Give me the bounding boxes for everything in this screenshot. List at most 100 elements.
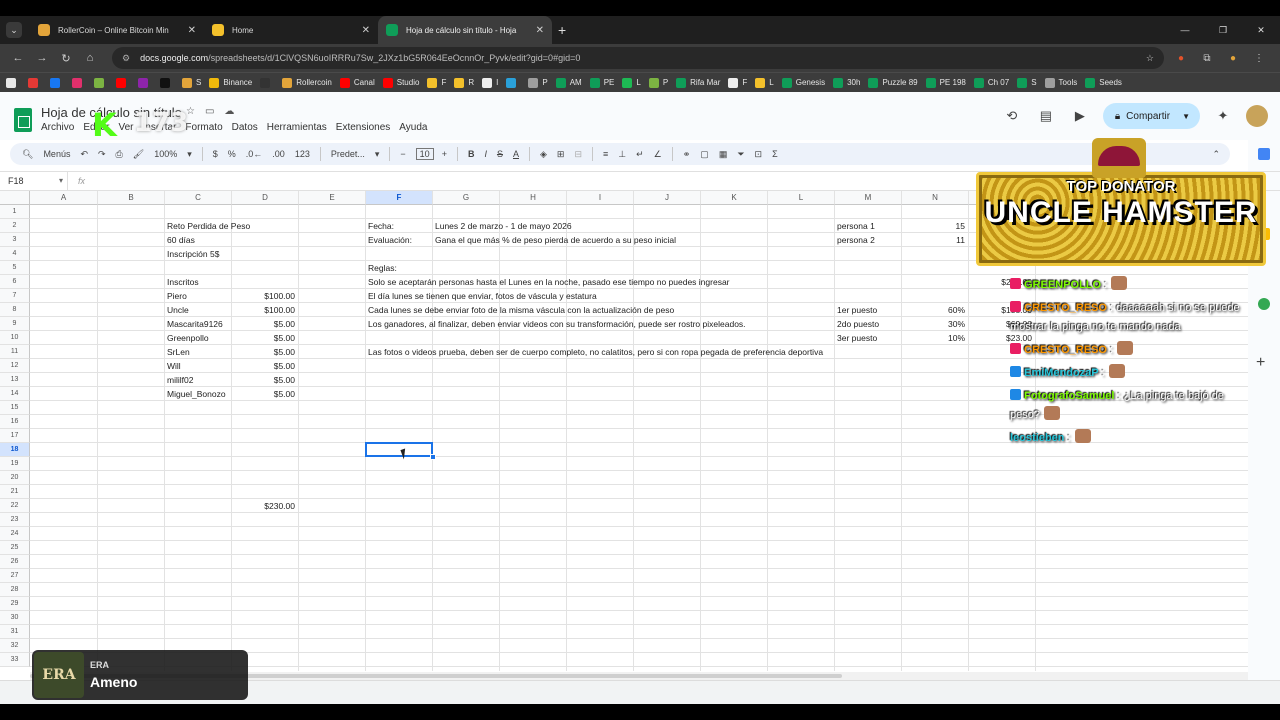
bookmark-item[interactable]: PE <box>589 77 614 88</box>
cell-c4[interactable]: Inscripción 5$ <box>165 247 219 261</box>
bookmark-item[interactable]: Studio <box>382 77 419 88</box>
insert-chart-icon[interactable]: ▦ <box>719 149 728 160</box>
vertical-align-icon[interactable]: ⊥ <box>618 149 626 160</box>
cloud-status-icon[interactable]: ☁ <box>224 106 234 117</box>
horizontal-align-icon[interactable]: ≡ <box>603 149 608 159</box>
column-header[interactable]: L <box>768 191 835 205</box>
row-header[interactable]: 33 <box>0 653 30 667</box>
italic-icon[interactable]: I <box>484 149 487 159</box>
cell-c7[interactable]: Piero <box>165 289 187 303</box>
cell-d7[interactable]: $100.00 <box>232 289 299 303</box>
cell-c14[interactable]: Miguel_Bonozo <box>165 387 226 401</box>
row-header[interactable]: 25 <box>0 541 30 555</box>
row-header[interactable]: 27 <box>0 569 30 583</box>
column-header[interactable]: M <box>835 191 902 205</box>
cell-g3[interactable]: Gana el que más % de peso pierda de acue… <box>433 233 676 247</box>
bookmark-item[interactable] <box>94 77 108 88</box>
bookmark-item[interactable]: Rollercoin <box>282 77 332 88</box>
cell-c6[interactable]: Inscritos <box>165 275 199 289</box>
fill-color-icon[interactable]: ◈ <box>540 149 547 160</box>
row-header[interactable]: 32 <box>0 639 30 653</box>
search-menus-icon[interactable]: 🔍︎ <box>22 149 33 160</box>
row-header[interactable]: 16 <box>0 415 30 429</box>
bookmark-item[interactable]: R <box>454 77 474 88</box>
font-chevron-icon[interactable]: ▾ <box>375 149 380 160</box>
browser-tab[interactable]: Hoja de cálculo sin título - Hoja ✕ <box>378 16 552 44</box>
cell-d13[interactable]: $5.00 <box>232 373 299 387</box>
row-header[interactable]: 7 <box>0 289 30 303</box>
comments-icon[interactable]: ▤ <box>1029 108 1063 124</box>
column-header[interactable]: A <box>30 191 98 205</box>
insert-comment-icon[interactable]: ▢ <box>700 149 709 160</box>
cell-m8[interactable]: 1er puesto <box>835 303 877 317</box>
site-info-icon[interactable]: ⚙ <box>122 53 130 64</box>
cell-n2[interactable]: 15 <box>902 219 969 233</box>
profile-icon[interactable]: ● <box>1220 53 1246 64</box>
bold-icon[interactable]: B <box>468 149 475 159</box>
text-color-icon[interactable]: A <box>513 149 519 159</box>
cell-m2[interactable]: persona 1 <box>835 219 875 233</box>
cell-d9[interactable]: $5.00 <box>232 317 299 331</box>
cell-f7[interactable]: El día lunes se tienen que enviar, fotos… <box>366 289 597 303</box>
currency-format-button[interactable]: $ <box>213 149 218 159</box>
column-header[interactable]: D <box>232 191 299 205</box>
column-header[interactable]: I <box>567 191 634 205</box>
row-header[interactable]: 4 <box>0 247 30 261</box>
bookmark-item[interactable]: Seeds <box>1085 77 1122 88</box>
zoom-select[interactable]: 100% <box>154 149 177 159</box>
cell-m9[interactable]: 2do puesto <box>835 317 879 331</box>
increase-decimal-button[interactable]: .00 <box>272 149 285 159</box>
maps-icon[interactable] <box>1258 298 1270 310</box>
bookmark-item[interactable]: 30h <box>833 77 860 88</box>
column-header[interactable]: N <box>902 191 969 205</box>
cell-c11[interactable]: SrLen <box>165 345 190 359</box>
close-window-button[interactable]: ✕ <box>1242 25 1280 36</box>
font-size-increase-icon[interactable]: + <box>442 149 447 159</box>
column-header[interactable]: G <box>433 191 500 205</box>
bookmark-item[interactable] <box>160 77 174 88</box>
bookmark-item[interactable]: F <box>427 77 446 88</box>
cell-d10[interactable]: $5.00 <box>232 331 299 345</box>
column-header[interactable]: C <box>165 191 232 205</box>
menu-item[interactable]: Ayuda <box>399 122 427 133</box>
row-header[interactable]: 12 <box>0 359 30 373</box>
bookmark-item[interactable]: L <box>622 77 641 88</box>
font-size-decrease-icon[interactable]: − <box>400 149 405 159</box>
cell-f5[interactable]: Reglas: <box>366 261 397 275</box>
bookmark-item[interactable] <box>138 77 152 88</box>
column-header[interactable]: E <box>299 191 366 205</box>
column-header[interactable]: H <box>500 191 567 205</box>
bookmark-item[interactable] <box>50 77 64 88</box>
bookmark-item[interactable]: Binance <box>209 77 252 88</box>
bookmark-item[interactable]: Genesis <box>781 77 825 88</box>
insert-link-icon[interactable]: ⚭ <box>683 149 691 160</box>
cell-f3[interactable]: Evaluación: <box>366 233 412 247</box>
row-header[interactable]: 3 <box>0 233 30 247</box>
avatar[interactable] <box>1246 105 1268 127</box>
cell-d11[interactable]: $5.00 <box>232 345 299 359</box>
row-header[interactable]: 9 <box>0 317 30 331</box>
row-header[interactable]: 31 <box>0 625 30 639</box>
bookmark-item[interactable]: S <box>1017 77 1037 88</box>
extension-icon[interactable]: ● <box>1168 53 1194 64</box>
row-header[interactable]: 29 <box>0 597 30 611</box>
cell-c13[interactable]: mililf02 <box>165 373 193 387</box>
menu-item[interactable]: Extensiones <box>336 122 390 133</box>
row-header[interactable]: 26 <box>0 555 30 569</box>
browser-menu-icon[interactable]: ⋮ <box>1246 53 1272 64</box>
home-icon[interactable]: ⌂ <box>78 52 102 64</box>
row-header[interactable]: 19 <box>0 457 30 471</box>
row-header[interactable]: 20 <box>0 471 30 485</box>
search-menus-label[interactable]: Menús <box>43 149 70 159</box>
bookmark-item[interactable] <box>506 77 520 88</box>
redo-icon[interactable]: ↷ <box>98 149 106 160</box>
bookmark-item[interactable] <box>6 77 20 88</box>
bookmark-item[interactable]: P <box>648 77 668 88</box>
menu-item[interactable]: Datos <box>232 122 258 133</box>
bookmark-item[interactable]: PE 198 <box>925 77 966 88</box>
bookmark-item[interactable]: F <box>728 77 747 88</box>
bookmark-item[interactable]: Tools <box>1044 77 1077 88</box>
bookmark-item[interactable] <box>72 77 86 88</box>
cell-m10[interactable]: 3er puesto <box>835 331 877 345</box>
column-header[interactable]: B <box>98 191 165 205</box>
